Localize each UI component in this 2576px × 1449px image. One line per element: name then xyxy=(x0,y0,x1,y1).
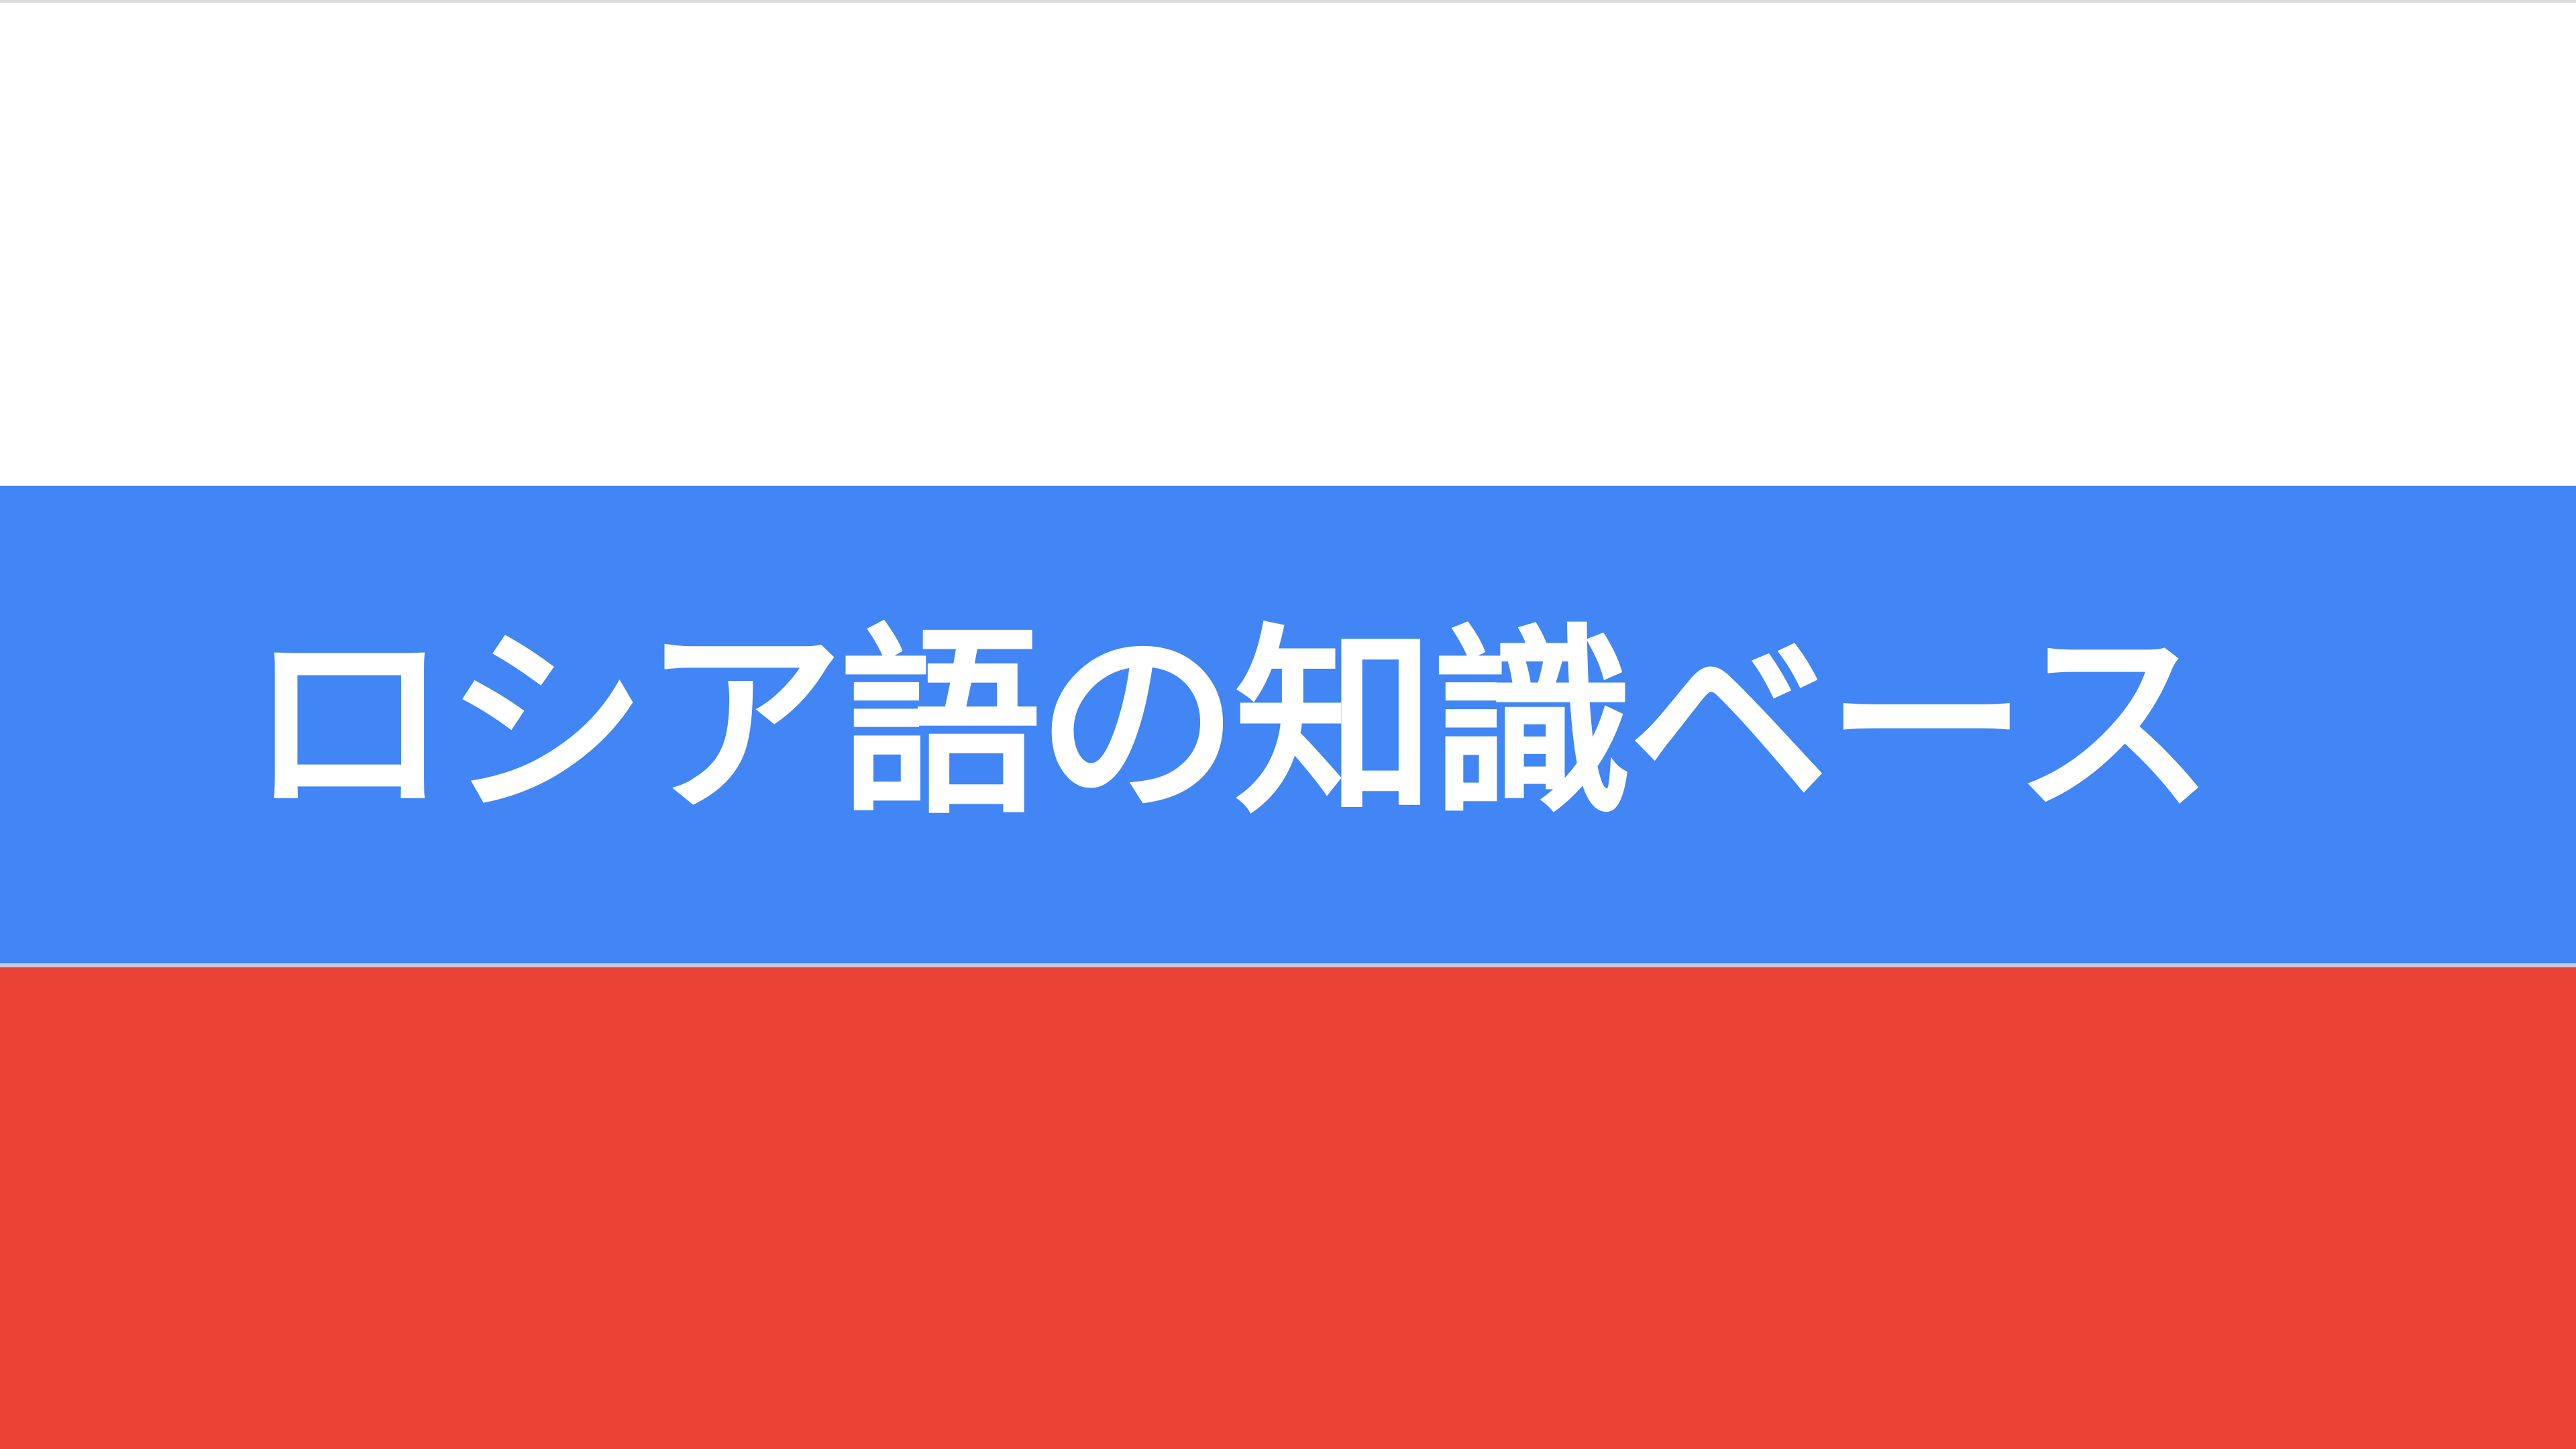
banner-title: ロシア語の知識ベース xyxy=(248,607,2214,841)
red-stripe xyxy=(0,967,2576,1449)
white-stripe xyxy=(0,0,2576,486)
tricolor-banner: ロシア語の知識ベース xyxy=(0,0,2576,1449)
blue-stripe: ロシア語の知識ベース xyxy=(0,486,2576,967)
